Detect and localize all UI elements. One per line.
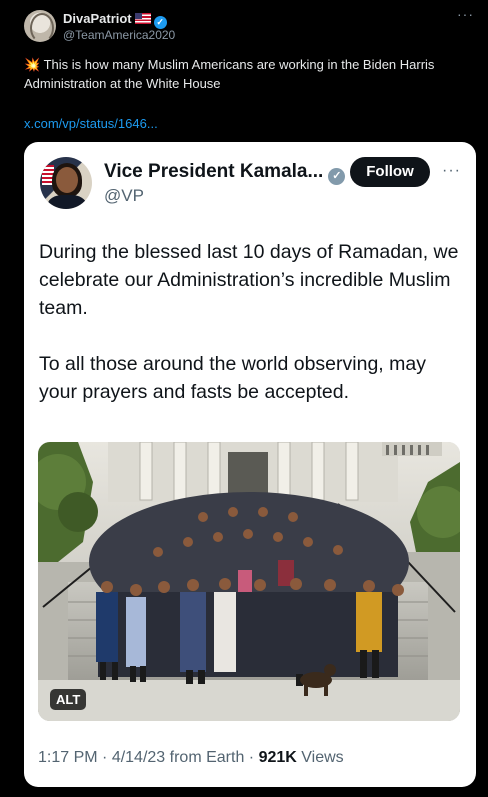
quoted-more-icon[interactable]: ··· — [442, 162, 461, 180]
tweet-body: This is how many Muslim Americans are wo… — [24, 57, 435, 91]
quoted-author-name-text: Vice President Kamala... — [104, 161, 324, 182]
group-photo[interactable]: ALT — [38, 442, 460, 721]
quoted-tweet-card[interactable]: Vice President Kamala... ✓ @VP Follow ···… — [24, 142, 476, 787]
follow-button[interactable]: Follow — [350, 157, 430, 187]
us-flag-icon — [134, 13, 151, 24]
retweet-header: DivaPatriot ✓ @TeamAmerica2020 ··· 💥 This… — [0, 0, 488, 135]
more-icon[interactable]: ··· — [457, 6, 474, 22]
quoted-author-name[interactable]: Vice President Kamala... ✓ — [104, 161, 346, 185]
tweet-source: from Earth — [169, 749, 245, 766]
tweet-link[interactable]: x.com/vp/status/1646... — [24, 116, 158, 131]
avatar[interactable] — [24, 10, 56, 42]
quoted-paragraph-2: To all those around the world observing,… — [39, 353, 426, 403]
author-name-text: DivaPatriot — [63, 11, 132, 26]
avatar-body — [48, 195, 86, 209]
collision-emoji-icon: 💥 — [24, 57, 41, 72]
alt-badge[interactable]: ALT — [50, 689, 87, 710]
quoted-paragraph-1: During the blessed last 10 days of Ramad… — [39, 241, 459, 319]
tweet-text: 💥 This is how many Muslim Americans are … — [24, 55, 474, 93]
quoted-author-handle[interactable]: @VP — [104, 186, 144, 206]
vp-avatar[interactable] — [40, 157, 92, 209]
tweet-date[interactable]: 4/14/23 — [112, 749, 165, 766]
tweet-time[interactable]: 1:17 PM — [38, 749, 98, 766]
gray-verified-badge-icon: ✓ — [328, 168, 346, 185]
author-handle[interactable]: @TeamAmerica2020 — [63, 28, 175, 42]
group-photo-illustration — [38, 442, 460, 721]
views-label: Views — [301, 749, 344, 766]
author-name[interactable]: DivaPatriot ✓ — [63, 11, 167, 29]
views-count: 921K — [258, 749, 297, 766]
avatar-face — [56, 167, 78, 193]
tweet-meta: 1:17 PM · 4/14/23 from Earth · 921K View… — [38, 749, 344, 766]
